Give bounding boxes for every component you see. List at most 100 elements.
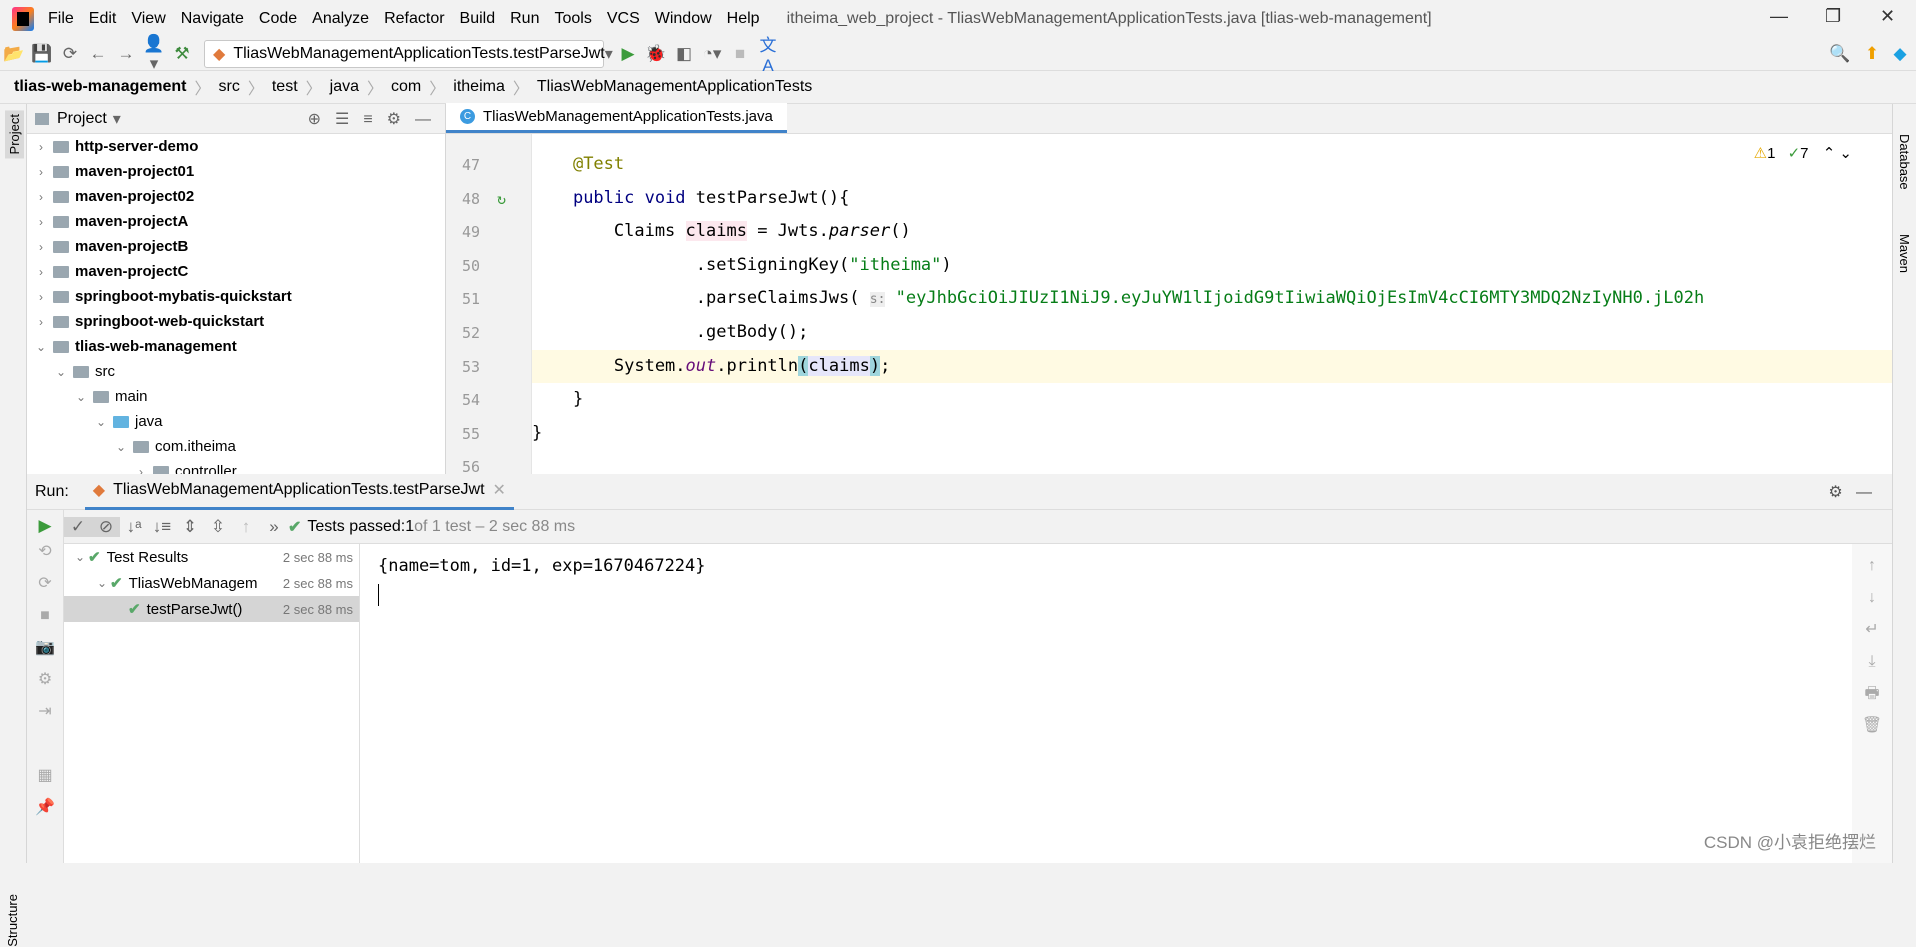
chevron-right-icon[interactable]: ›: [33, 240, 49, 254]
chevron-down-icon[interactable]: ⌄: [53, 365, 69, 379]
run-configuration-select[interactable]: ◆ TliasWebManagementApplicationTests.tes…: [204, 39, 613, 68]
run-icon[interactable]: ▶: [614, 44, 642, 64]
project-tree-item[interactable]: ⌄ tlias-web-management: [27, 334, 445, 359]
project-view-select[interactable]: Project: [57, 110, 107, 128]
search-icon[interactable]: 🔍: [1826, 44, 1854, 64]
test-result-item[interactable]: ✔ testParseJwt() 2 sec 88 ms: [64, 596, 359, 622]
chevron-down-icon[interactable]: ⌄: [113, 440, 129, 454]
project-tree-item[interactable]: › http-server-demo: [27, 134, 445, 159]
translate-icon[interactable]: 文A: [754, 31, 782, 76]
expand-all-icon[interactable]: ⇕: [176, 517, 204, 537]
test-result-item[interactable]: ⌄ ✔ TliasWebManagem 2 sec 88 ms: [64, 570, 359, 596]
close-button[interactable]: ✕: [1880, 6, 1895, 27]
collapse-all-icon[interactable]: ⇳: [204, 517, 232, 537]
project-tool-tab[interactable]: Project: [5, 110, 24, 159]
project-folder-icon: [35, 112, 49, 125]
save-icon[interactable]: 💾: [28, 44, 56, 64]
code-area[interactable]: @Test public void testParseJwt(){ Claims…: [532, 134, 1892, 474]
menu-window[interactable]: Window: [655, 10, 712, 28]
run-test-gutter-icon[interactable]: ↻: [486, 190, 506, 208]
chevron-down-icon[interactable]: ⌄: [93, 415, 109, 429]
breadcrumb-item[interactable]: java: [330, 78, 359, 96]
breadcrumb-item[interactable]: tlias-web-management: [14, 78, 186, 96]
project-tree-item[interactable]: › springboot-mybatis-quickstart: [27, 284, 445, 309]
project-tree-item[interactable]: ⌄ src: [27, 359, 445, 384]
project-tree-item[interactable]: ⌄ com.itheima: [27, 434, 445, 459]
chevron-right-icon[interactable]: ›: [33, 165, 49, 179]
project-tree-item[interactable]: › maven-projectB: [27, 234, 445, 259]
breadcrumb-item[interactable]: src: [219, 78, 240, 96]
sort-duration-icon[interactable]: ↓≡: [148, 517, 176, 537]
menu-file[interactable]: File: [48, 10, 74, 28]
project-tree-item[interactable]: › maven-project02: [27, 184, 445, 209]
forward-icon[interactable]: →: [112, 44, 140, 64]
maven-tool-tab[interactable]: Maven: [1897, 234, 1912, 273]
structure-tool-tab[interactable]: Structure: [5, 894, 20, 947]
menu-tools[interactable]: Tools: [554, 10, 591, 28]
toolbox-icon[interactable]: ◆: [1886, 44, 1914, 64]
test-result-item[interactable]: ⌄ ✔ Test Results 2 sec 88 ms: [64, 544, 359, 570]
inspection-summary[interactable]: ⚠1 ✓7 ⌃ ⌄: [1754, 144, 1852, 162]
debug-icon[interactable]: 🐞: [642, 44, 670, 64]
database-tool-tab[interactable]: Database: [1897, 134, 1912, 190]
sync-icon[interactable]: ⟳: [56, 44, 84, 64]
chevron-down-icon[interactable]: ⌄: [72, 550, 88, 564]
menu-navigate[interactable]: Navigate: [181, 10, 244, 28]
project-tree-item[interactable]: › springboot-web-quickstart: [27, 309, 445, 334]
chevron-right-icon[interactable]: ›: [33, 190, 49, 204]
menu-build[interactable]: Build: [460, 10, 496, 28]
close-tab-icon[interactable]: ✕: [493, 480, 506, 500]
tab-editor-file[interactable]: C TliasWebManagementApplicationTests.jav…: [446, 103, 787, 133]
menu-help[interactable]: Help: [727, 10, 760, 28]
project-tree-item[interactable]: › maven-projectA: [27, 209, 445, 234]
show-ignored-icon[interactable]: ⊘: [92, 516, 120, 537]
chevron-down-icon[interactable]: ⌄: [73, 390, 89, 404]
build-hammer-icon[interactable]: ⚒: [168, 44, 196, 64]
rerun-icon[interactable]: ▶: [27, 516, 63, 536]
menu-run[interactable]: Run: [510, 10, 539, 28]
breadcrumb-item[interactable]: test: [272, 78, 298, 96]
chevron-down-icon[interactable]: ⌄: [33, 340, 49, 354]
maximize-button[interactable]: ❐: [1825, 6, 1841, 27]
console-tools[interactable]: ↑ ↓ ↵ ⤓ 🖶 🗑: [1852, 550, 1892, 742]
panel-actions[interactable]: ⊕☰≡⚙—: [308, 109, 445, 129]
project-tree-item[interactable]: › maven-projectC: [27, 259, 445, 284]
chevron-down-icon[interactable]: ⌄: [94, 576, 110, 590]
menu-refactor[interactable]: Refactor: [384, 10, 444, 28]
menu-view[interactable]: View: [131, 10, 165, 28]
up-icon[interactable]: ↑: [232, 517, 260, 537]
stop-icon[interactable]: ■: [726, 44, 754, 64]
chevron-right-icon[interactable]: ›: [33, 290, 49, 304]
profile-icon[interactable]: ◔▾: [698, 44, 726, 64]
show-passed-icon[interactable]: ✓: [64, 516, 92, 537]
breadcrumb-item[interactable]: TliasWebManagementApplicationTests: [537, 78, 812, 96]
chevron-right-icon[interactable]: ›: [33, 265, 49, 279]
open-icon[interactable]: 📂: [0, 44, 28, 64]
chevron-right-icon[interactable]: ›: [33, 315, 49, 329]
side-tools[interactable]: ⟲ ⟳ ■ 📷 ⚙ ⇥ ▦ 📌: [27, 536, 63, 824]
chevron-down-icon: ▾: [604, 45, 613, 63]
menu-edit[interactable]: Edit: [89, 10, 117, 28]
project-tree-item[interactable]: › maven-project01: [27, 159, 445, 184]
console-output[interactable]: {name=tom, id=1, exp=1670467224}: [360, 544, 1852, 863]
menu-vcs[interactable]: VCS: [607, 10, 640, 28]
back-icon[interactable]: ←: [84, 44, 112, 64]
breadcrumb-item[interactable]: itheima: [453, 78, 505, 96]
user-icon[interactable]: 👤▾: [140, 34, 168, 74]
chevron-down-icon[interactable]: ▾: [113, 109, 121, 129]
coverage-icon[interactable]: ◧: [670, 44, 698, 64]
project-tree-item[interactable]: ⌄ main: [27, 384, 445, 409]
minimize-button[interactable]: —: [1770, 6, 1788, 27]
chevron-right-icon[interactable]: ›: [33, 215, 49, 229]
more-icon[interactable]: »: [260, 517, 288, 537]
chevron-right-icon[interactable]: ›: [33, 140, 49, 154]
breadcrumb-item[interactable]: com: [391, 78, 421, 96]
settings-icon[interactable]: ⚙ —: [1828, 482, 1872, 502]
update-icon[interactable]: ⬆: [1858, 44, 1886, 64]
menu-code[interactable]: Code: [259, 10, 297, 28]
project-tree-item[interactable]: ⌄ java: [27, 409, 445, 434]
menu-analyze[interactable]: Analyze: [312, 10, 369, 28]
folder-icon: [53, 140, 69, 153]
tab-run[interactable]: ◆ TliasWebManagementApplicationTests.tes…: [84, 474, 514, 510]
sort-alpha-icon[interactable]: ↓ᵃ: [120, 517, 148, 537]
